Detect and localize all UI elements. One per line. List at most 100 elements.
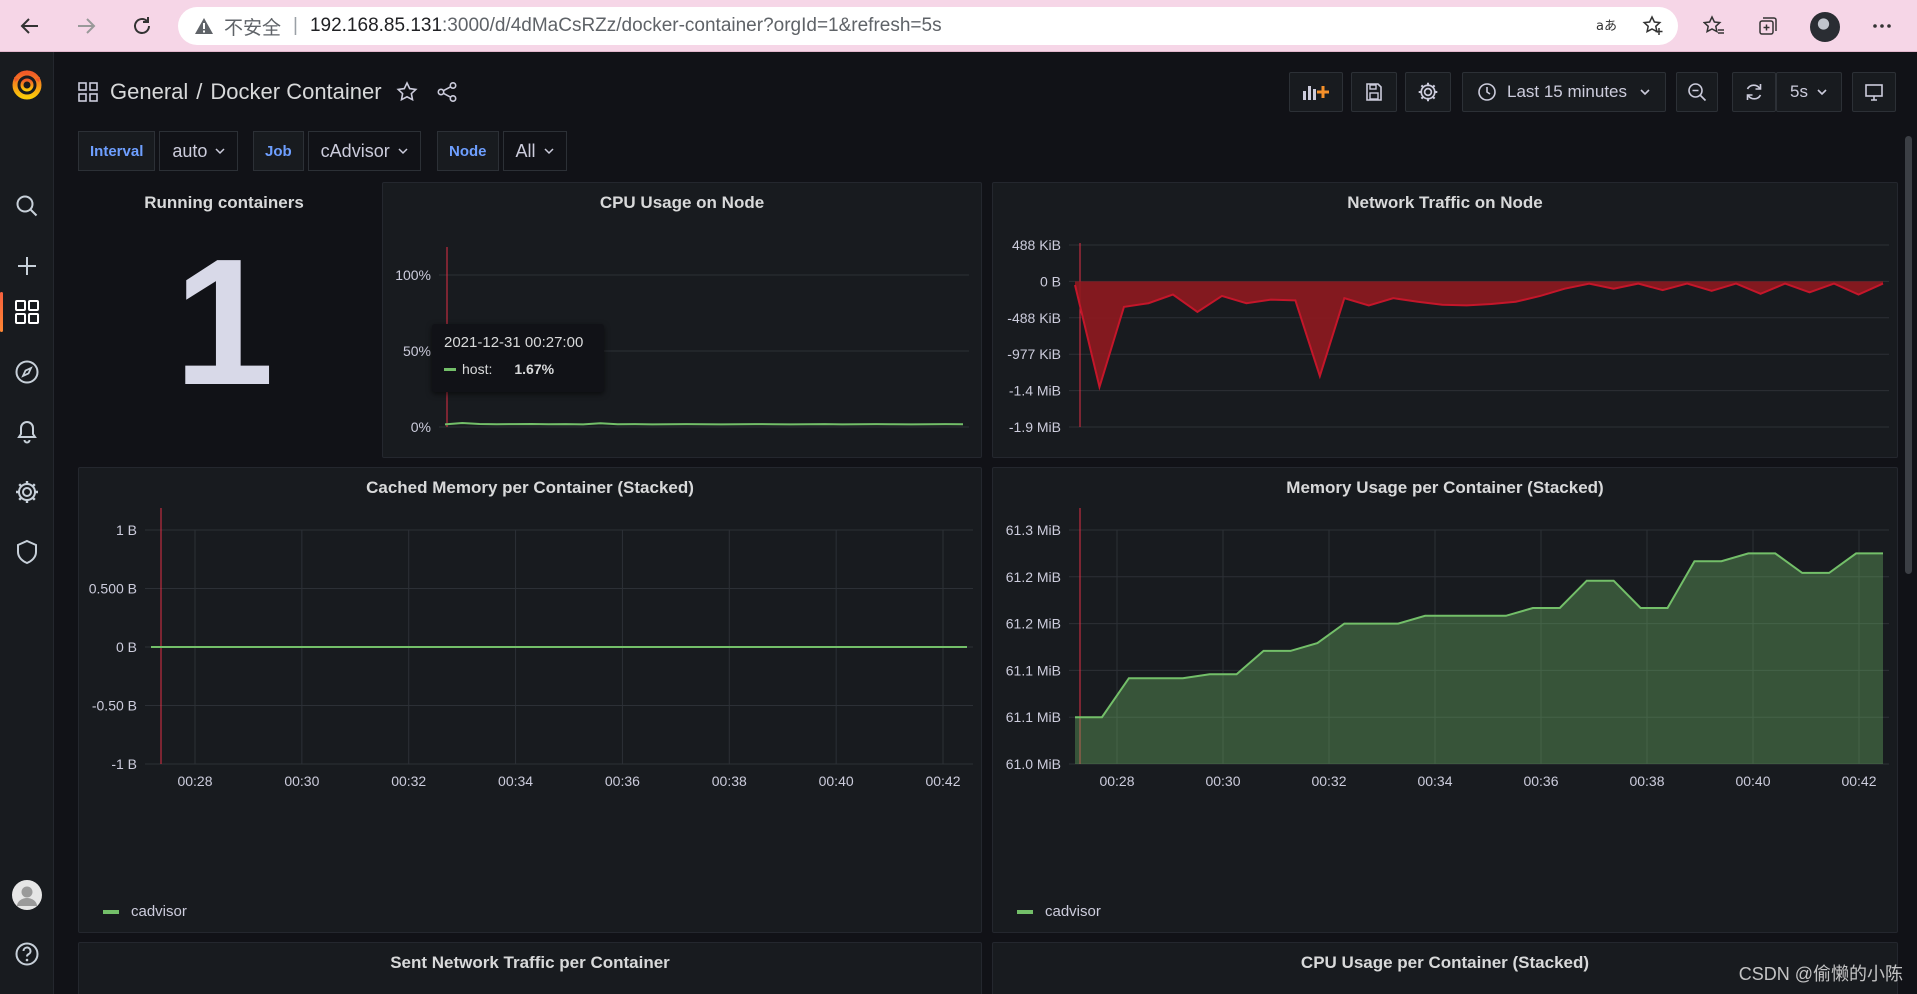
zoom-out-icon: [1688, 83, 1707, 102]
x-tick-label: 00:36: [1523, 773, 1558, 789]
x-tick-label: 00:34: [1417, 773, 1452, 789]
chevron-down-icon: [215, 147, 225, 155]
chevron-down-icon: [1640, 89, 1650, 96]
y-tick-label: 61.0 MiB: [1006, 756, 1061, 772]
explore-compass-icon[interactable]: [13, 358, 41, 386]
cycle-view-mode-button[interactable]: [1852, 72, 1896, 112]
cpu-usage-node-chart[interactable]: 100% 50% 0%: [383, 183, 983, 459]
legend-label: cadvisor: [131, 903, 187, 920]
refresh-interval-label: 5s: [1790, 82, 1808, 101]
zoom-out-button[interactable]: [1676, 72, 1718, 112]
series-area: [1075, 281, 1883, 387]
variable-label: Node: [437, 131, 499, 171]
settings-gear-icon: [1418, 82, 1438, 102]
more-menu-icon[interactable]: [1868, 12, 1896, 40]
back-icon[interactable]: [14, 10, 46, 42]
panel-cached-memory[interactable]: Cached Memory per Container (Stacked) 1 …: [78, 467, 982, 933]
url-host: 192.168.85.131: [309, 15, 443, 36]
y-tick-label: -1 B: [111, 756, 137, 772]
save-dashboard-button[interactable]: [1351, 72, 1397, 112]
tooltip-time: 2021-12-31 00:27:00: [444, 334, 584, 351]
variable-value: All: [515, 140, 536, 161]
grafana-sidebar: [0, 52, 54, 994]
refresh-dashboard-button[interactable]: [1732, 72, 1776, 112]
variable-label: Job: [253, 131, 304, 171]
panel-network-traffic-node[interactable]: Network Traffic on Node 488 KiB 0 B -488 K…: [992, 182, 1898, 458]
svg-text:aあ: aあ: [1596, 19, 1617, 34]
y-tick-label: 1 B: [116, 522, 137, 538]
search-icon[interactable]: [13, 192, 41, 220]
configuration-gear-icon[interactable]: [13, 478, 41, 506]
help-icon[interactable]: [13, 940, 41, 968]
chevron-down-icon: [398, 147, 408, 155]
y-tick-label: 61.2 MiB: [1006, 616, 1061, 632]
create-plus-icon[interactable]: [13, 252, 41, 280]
time-picker-button[interactable]: Last 15 minutes: [1462, 72, 1666, 112]
warning-icon: [194, 17, 214, 35]
chart-legend[interactable]: cadvisor: [103, 903, 187, 920]
translate-icon[interactable]: aあ: [1596, 15, 1618, 37]
panel-running-containers[interactable]: Running containers 1: [78, 182, 370, 458]
share-icon[interactable]: [436, 81, 458, 103]
dashboards-icon[interactable]: [13, 298, 41, 326]
reload-icon[interactable]: [126, 10, 158, 42]
panel-sent-network-traffic[interactable]: Sent Network Traffic per Container: [78, 942, 982, 994]
legend-label: cadvisor: [1045, 903, 1101, 920]
panel-cpu-usage-node[interactable]: CPU Usage on Node 100% 50% 0%: [382, 182, 982, 458]
active-indicator: [0, 292, 3, 332]
x-tick-label: 00:36: [605, 773, 640, 789]
collections-icon[interactable]: [1754, 12, 1782, 40]
y-tick-label: -1.4 MiB: [1009, 383, 1061, 399]
network-traffic-node-chart[interactable]: 488 KiB 0 B -488 KiB -977 KiB -1.4 MiB -1.9 M…: [993, 183, 1899, 459]
variable-node-select[interactable]: All: [502, 131, 567, 171]
x-tick-label: 00:32: [1311, 773, 1346, 789]
tooltip-series-value: 1.67%: [514, 361, 555, 377]
y-tick-label: -977 KiB: [1007, 346, 1061, 362]
series-area: [1075, 553, 1883, 764]
variable-node: Node All: [437, 131, 567, 171]
favorites-icon[interactable]: [1700, 12, 1728, 40]
page-title[interactable]: Docker Container: [210, 79, 381, 105]
alerting-bell-icon[interactable]: [13, 418, 41, 446]
clock-icon: [1478, 83, 1496, 101]
panel-memory-usage[interactable]: Memory Usage per Container (Stacked) 61.…: [992, 467, 1898, 933]
y-tick-label: -1.9 MiB: [1009, 419, 1061, 435]
star-icon[interactable]: [396, 81, 418, 103]
address-bar[interactable]: 不安全 | 192.168.85.131:3000/d/4dMaCsRZz/do…: [178, 7, 1678, 45]
variable-interval-select[interactable]: auto: [159, 131, 239, 171]
breadcrumb-folder-link[interactable]: General: [110, 79, 188, 105]
x-tick-label: 00:38: [712, 773, 747, 789]
variable-job-select[interactable]: cAdvisor: [307, 131, 421, 171]
user-avatar-icon[interactable]: [12, 880, 42, 910]
x-tick-label: 00:34: [498, 773, 533, 789]
y-tick-label: 61.1 MiB: [1006, 662, 1061, 678]
memory-usage-chart[interactable]: 61.3 MiB 61.2 MiB 61.2 MiB 61.1 MiB 61.1 MiB…: [993, 468, 1899, 934]
chart-legend[interactable]: cadvisor: [1017, 903, 1101, 920]
chevron-down-icon: [1817, 89, 1827, 96]
dashboard-grid-icon: [78, 82, 98, 102]
server-admin-shield-icon[interactable]: [13, 538, 41, 566]
x-tick-label: 00:30: [1205, 773, 1240, 789]
y-tick-label: 50%: [403, 343, 431, 359]
refresh-icon: [1746, 84, 1762, 100]
y-tick-label: 0 B: [1040, 273, 1061, 289]
refresh-interval-picker[interactable]: 5s: [1776, 72, 1842, 112]
add-panel-button[interactable]: [1289, 72, 1343, 112]
x-tick-label: 00:38: [1629, 773, 1664, 789]
profile-avatar[interactable]: [1810, 12, 1840, 42]
add-favorite-icon[interactable]: [1642, 15, 1664, 37]
variable-label: Interval: [78, 131, 156, 171]
x-tick-label: 00:42: [925, 773, 960, 789]
forward-icon[interactable]: [70, 10, 102, 42]
save-icon: [1366, 83, 1382, 101]
cached-memory-chart[interactable]: 1 B 0.500 B 0 B -0.50 B -1 B 00:28 00:30 00:32 0…: [79, 468, 983, 934]
chart-tooltip: 2021-12-31 00:27:00 host: 1.67%: [432, 324, 604, 392]
breadcrumb-separator: /: [196, 79, 203, 104]
add-panel-icon: [1303, 86, 1329, 100]
panel-title: Running containers: [144, 193, 304, 212]
legend-swatch: [1017, 909, 1033, 914]
page-scrollbar[interactable]: [1905, 136, 1912, 574]
grafana-logo-icon[interactable]: [10, 68, 44, 102]
dashboard-settings-button[interactable]: [1405, 72, 1451, 112]
series-line: [444, 422, 964, 426]
